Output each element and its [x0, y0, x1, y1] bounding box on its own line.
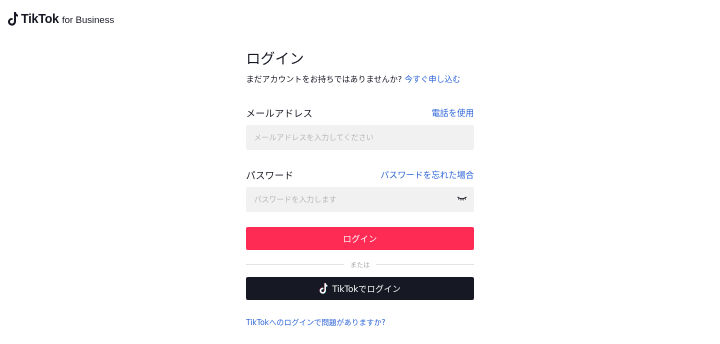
login-help-link[interactable]: TikTokへのログインで問題がありますか?: [246, 317, 474, 328]
use-phone-link[interactable]: 電話を使用: [431, 107, 474, 119]
email-label: メールアドレス: [246, 109, 313, 120]
signup-link[interactable]: 今すぐ申し込む: [405, 75, 461, 84]
logo-brand-text: TikTok: [21, 12, 59, 26]
or-divider: または: [246, 259, 474, 269]
eye-closed-icon[interactable]: [457, 196, 467, 202]
divider-line-left: [246, 263, 345, 265]
password-input-box: [246, 187, 474, 212]
forgot-password-link[interactable]: パスワードを忘れた場合: [380, 169, 474, 181]
tiktok-note-icon: [8, 12, 18, 26]
divider-line-right: [375, 263, 474, 265]
password-field-header: パスワード パスワードを忘れた場合: [246, 168, 474, 182]
signup-prompt: まだアカウントをお持ちではありませんか? 今すぐ申し込む: [246, 74, 474, 86]
tiktok-note-icon: [319, 283, 328, 294]
password-label: パスワード: [246, 171, 294, 182]
email-field-header: メールアドレス 電話を使用: [246, 106, 474, 120]
tiktok-business-logo[interactable]: TikTok for Business: [8, 11, 114, 27]
email-input-box: [246, 125, 474, 150]
login-button[interactable]: ログイン: [246, 227, 474, 250]
login-form: ログイン まだアカウントをお持ちではありませんか? 今すぐ申し込む メールアドレ…: [246, 50, 474, 328]
tiktok-login-button[interactable]: TikTokでログイン: [246, 277, 474, 300]
divider-text: または: [350, 261, 370, 269]
password-input[interactable]: [254, 195, 466, 204]
logo-suffix-text: for Business: [61, 14, 115, 26]
tiktok-login-label: TikTokでログイン: [332, 284, 401, 295]
page-title: ログイン: [246, 52, 304, 68]
email-input[interactable]: [254, 133, 466, 142]
signup-prompt-text: まだアカウントをお持ちではありませんか?: [246, 75, 403, 84]
